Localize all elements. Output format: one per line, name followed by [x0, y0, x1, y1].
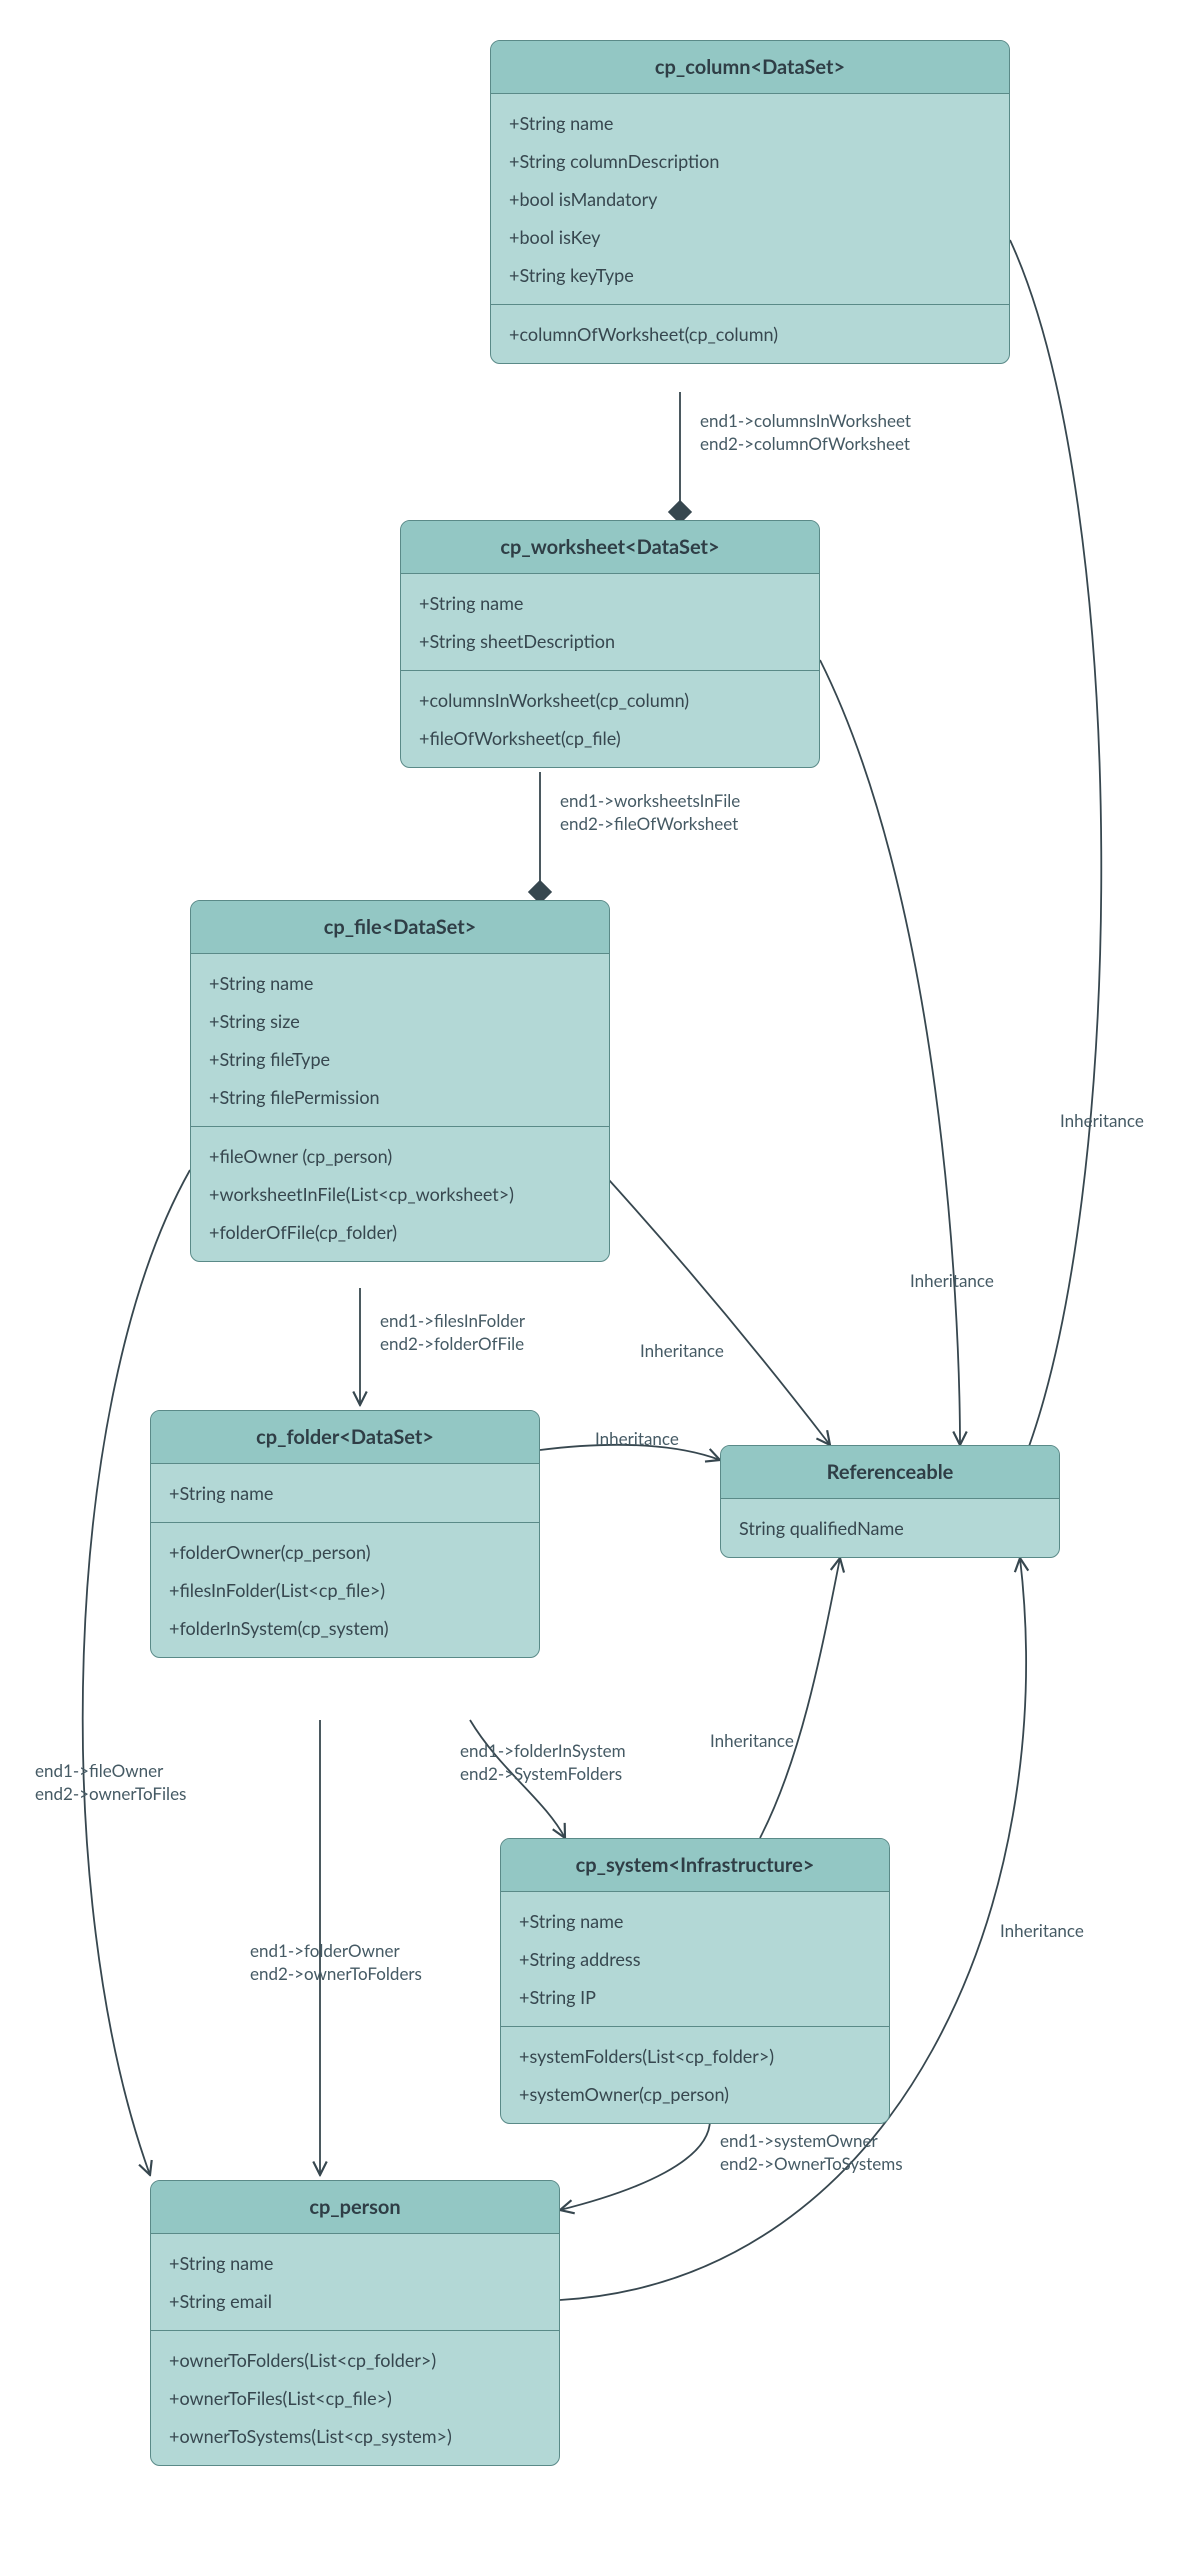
class-attr: +String name: [169, 2244, 541, 2282]
class-referenceable: Referenceable String qualifiedName: [720, 1445, 1060, 1558]
edge-label-file-folder: end1->filesInFolder end2->folderOfFile: [380, 1310, 525, 1356]
class-title: cp_column<DataSet>: [491, 41, 1009, 94]
class-cp-system: cp_system<Infrastructure> +String name +…: [500, 1838, 890, 2124]
edge-label-inh-system: Inheritance: [710, 1730, 794, 1753]
edge-label-file-owner: end1->fileOwner end2->ownerToFiles: [35, 1760, 186, 1806]
class-operations: +columnOfWorksheet(cp_column): [491, 305, 1009, 363]
class-title: Referenceable: [721, 1446, 1059, 1499]
class-attr: String qualifiedName: [739, 1509, 1041, 1547]
class-op: +folderOwner(cp_person): [169, 1533, 521, 1571]
class-op: +columnsInWorksheet(cp_column): [419, 681, 801, 719]
class-attributes: +String name +String sheetDescription: [401, 574, 819, 671]
class-op: +ownerToSystems(List<cp_system>): [169, 2417, 541, 2455]
class-attributes: +String name: [151, 1464, 539, 1523]
class-op: +folderInSystem(cp_system): [169, 1609, 521, 1647]
class-title: cp_person: [151, 2181, 559, 2234]
class-title: cp_file<DataSet>: [191, 901, 609, 954]
class-op: +folderOfFile(cp_folder): [209, 1213, 591, 1251]
class-operations: +systemFolders(List<cp_folder>) +systemO…: [501, 2027, 889, 2123]
class-cp-person: cp_person +String name +String email +ow…: [150, 2180, 560, 2466]
class-attributes: +String name +String address +String IP: [501, 1892, 889, 2027]
class-attr: +String email: [169, 2282, 541, 2320]
class-op: +ownerToFiles(List<cp_file>): [169, 2379, 541, 2417]
class-operations: +ownerToFolders(List<cp_folder>) +ownerT…: [151, 2331, 559, 2465]
edge-label-inh-file: Inheritance: [640, 1340, 724, 1363]
class-op: +filesInFolder(List<cp_file>): [169, 1571, 521, 1609]
class-attr: +String address: [519, 1940, 871, 1978]
class-attr: +String fileType: [209, 1040, 591, 1078]
edge-label-ws-file: end1->worksheetsInFile end2->fileOfWorks…: [560, 790, 740, 836]
class-attributes: String qualifiedName: [721, 1499, 1059, 1557]
class-cp-worksheet: cp_worksheet<DataSet> +String name +Stri…: [400, 520, 820, 768]
class-operations: +columnsInWorksheet(cp_column) +fileOfWo…: [401, 671, 819, 767]
class-op: +fileOfWorksheet(cp_file): [419, 719, 801, 757]
class-op: +systemOwner(cp_person): [519, 2075, 871, 2113]
edge-label-inh-folder: Inheritance: [595, 1428, 679, 1451]
class-attr: +String sheetDescription: [419, 622, 801, 660]
class-op: +worksheetInFile(List<cp_worksheet>): [209, 1175, 591, 1213]
class-op: +ownerToFolders(List<cp_folder>): [169, 2341, 541, 2379]
class-operations: +fileOwner (cp_person) +worksheetInFile(…: [191, 1127, 609, 1261]
class-attr: +bool isKey: [509, 218, 991, 256]
edge-label-inh-person: Inheritance: [1000, 1920, 1084, 1943]
class-attributes: +String name +String size +String fileTy…: [191, 954, 609, 1127]
edge-label-folder-system: end1->folderInSystem end2->SystemFolders: [460, 1740, 626, 1786]
class-attributes: +String name +String columnDescription +…: [491, 94, 1009, 305]
class-attr: +String IP: [519, 1978, 871, 2016]
class-attr: +String name: [169, 1474, 521, 1512]
class-cp-folder: cp_folder<DataSet> +String name +folderO…: [150, 1410, 540, 1658]
edge-label-col-ws: end1->columnsInWorksheet end2->columnOfW…: [700, 410, 911, 456]
class-attr: +String keyType: [509, 256, 991, 294]
class-attr: +String name: [209, 964, 591, 1002]
class-op: +fileOwner (cp_person): [209, 1137, 591, 1175]
class-operations: +folderOwner(cp_person) +filesInFolder(L…: [151, 1523, 539, 1657]
edge-label-folder-owner: end1->folderOwner end2->ownerToFolders: [250, 1940, 422, 1986]
class-cp-file: cp_file<DataSet> +String name +String si…: [190, 900, 610, 1262]
class-attr: +String name: [419, 584, 801, 622]
class-attr: +String name: [509, 104, 991, 142]
edge-label-inh-worksheet: Inheritance: [910, 1270, 994, 1293]
class-title: cp_system<Infrastructure>: [501, 1839, 889, 1892]
class-title: cp_worksheet<DataSet>: [401, 521, 819, 574]
class-op: +columnOfWorksheet(cp_column): [509, 315, 991, 353]
class-attr: +String filePermission: [209, 1078, 591, 1116]
class-attr: +String size: [209, 1002, 591, 1040]
edges-layer: [0, 0, 1183, 2560]
class-attributes: +String name +String email: [151, 2234, 559, 2331]
diagram-canvas: end1->columnsInWorksheet end2->columnOfW…: [0, 0, 1183, 2560]
class-cp-column: cp_column<DataSet> +String name +String …: [490, 40, 1010, 364]
edge-label-system-owner: end1->systemOwner end2->OwnerToSystems: [720, 2130, 903, 2176]
class-op: +systemFolders(List<cp_folder>): [519, 2037, 871, 2075]
class-title: cp_folder<DataSet>: [151, 1411, 539, 1464]
edge-label-inh-column: Inheritance: [1060, 1110, 1144, 1133]
class-attr: +String columnDescription: [509, 142, 991, 180]
class-attr: +String name: [519, 1902, 871, 1940]
class-attr: +bool isMandatory: [509, 180, 991, 218]
